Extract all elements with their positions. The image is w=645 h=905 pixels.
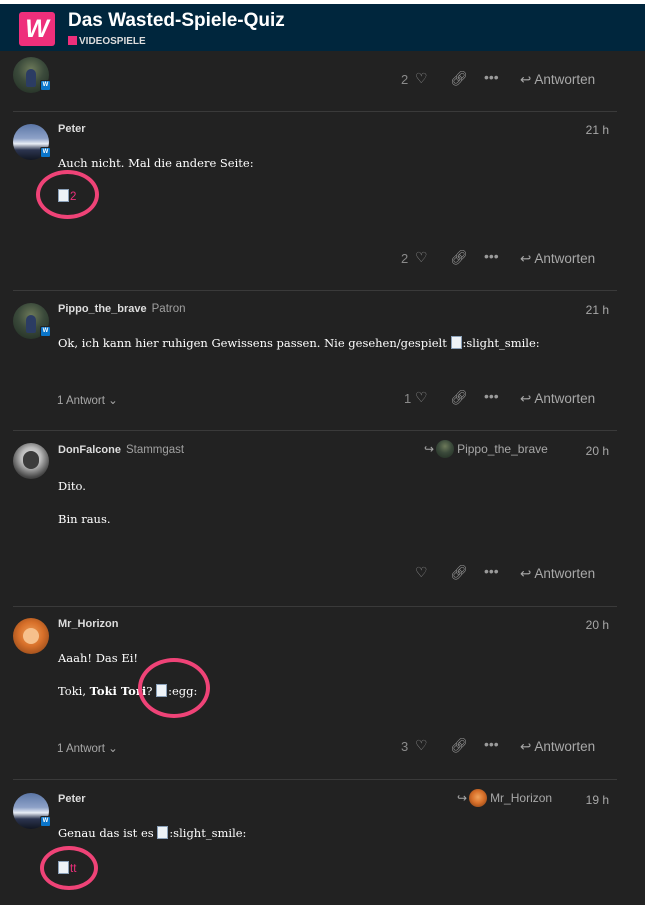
link-icon[interactable]: 🔗︎ bbox=[450, 389, 468, 406]
user-title: Stammgast bbox=[125, 444, 185, 456]
post-actions: 2 ♡ 🔗︎ ••• ↩ Antworten bbox=[0, 248, 645, 272]
broken-image-icon bbox=[157, 826, 169, 839]
topic-title[interactable]: Das Wasted-Spiele-Quiz bbox=[68, 10, 285, 32]
ellipsis-icon[interactable]: ••• bbox=[484, 248, 499, 264]
avatar[interactable] bbox=[13, 618, 49, 654]
post-date[interactable]: 21 h bbox=[586, 123, 609, 137]
post-actions: 2 ♡ 🔗︎ ••• ↩ Antworten bbox=[0, 69, 645, 93]
like-count[interactable]: 3 bbox=[401, 739, 408, 754]
reply-to-avatar bbox=[469, 789, 488, 807]
heart-icon[interactable]: ♡ bbox=[415, 389, 428, 406]
reply-arrow-icon: ↪ bbox=[424, 442, 435, 456]
reply-button[interactable]: ↩ Antworten bbox=[520, 566, 595, 582]
chevron-down-icon: ⌄ bbox=[108, 395, 118, 407]
replies-toggle[interactable]: 1 Antwort ⌄ bbox=[57, 741, 118, 755]
post-date[interactable]: 20 h bbox=[586, 444, 609, 458]
topic-header: W Das Wasted-Spiele-Quiz VIDEOSPIELE bbox=[0, 0, 645, 51]
like-count[interactable]: 2 bbox=[401, 72, 408, 87]
avatar[interactable] bbox=[13, 443, 49, 479]
highlight-circle bbox=[36, 170, 99, 219]
reply-button[interactable]: ↩ Antworten bbox=[520, 739, 595, 755]
reply-arrow-icon: ↪ bbox=[457, 791, 468, 805]
category-badge[interactable]: VIDEOSPIELE bbox=[68, 36, 146, 47]
reply-arrow-icon: ↩ bbox=[520, 72, 532, 87]
username[interactable]: Peter bbox=[58, 793, 86, 805]
like-count[interactable]: 2 bbox=[401, 251, 408, 266]
category-color-swatch bbox=[68, 36, 77, 45]
post-divider bbox=[13, 430, 617, 431]
post-actions: 1 Antwort ⌄ 3 ♡ 🔗︎ ••• ↩ Antworten bbox=[0, 736, 645, 760]
category-label: VIDEOSPIELE bbox=[79, 36, 146, 47]
post-actions: 1 Antwort ⌄ 1 ♡ 🔗︎ ••• ↩ Antworten bbox=[0, 388, 645, 412]
flair-badge: W bbox=[40, 816, 51, 827]
reply-button[interactable]: ↩ Antworten bbox=[520, 391, 595, 407]
reply-to-avatar bbox=[436, 440, 455, 458]
post-divider bbox=[13, 290, 617, 291]
reply-button[interactable]: ↩ Antworten bbox=[520, 251, 595, 267]
like-count[interactable]: 1 bbox=[404, 391, 411, 406]
post-date[interactable]: 19 h bbox=[586, 793, 609, 807]
ellipsis-icon[interactable]: ••• bbox=[484, 736, 499, 752]
user-title: Patron bbox=[151, 303, 186, 315]
reply-to-indicator[interactable]: ↪ Mr_Horizon bbox=[457, 789, 552, 807]
heart-icon[interactable]: ♡ bbox=[415, 70, 428, 87]
post-text-line: Bin raus. bbox=[58, 512, 111, 526]
post-divider bbox=[13, 111, 617, 112]
post-text: Auch nicht. Mal die andere Seite: bbox=[58, 156, 254, 170]
replies-toggle[interactable]: 1 Antwort ⌄ bbox=[57, 393, 118, 407]
username[interactable]: Peter bbox=[58, 123, 86, 135]
heart-icon[interactable]: ♡ bbox=[415, 564, 428, 581]
post-divider bbox=[13, 779, 617, 780]
flair-badge: W bbox=[40, 326, 51, 337]
reply-arrow-icon: ↩ bbox=[520, 251, 532, 266]
ellipsis-icon[interactable]: ••• bbox=[484, 563, 499, 579]
ellipsis-icon[interactable]: ••• bbox=[484, 69, 499, 85]
broken-image-icon bbox=[450, 336, 462, 349]
post-date[interactable]: 21 h bbox=[586, 303, 609, 317]
reply-arrow-icon: ↩ bbox=[520, 739, 532, 754]
link-icon[interactable]: 🔗︎ bbox=[450, 70, 468, 87]
heart-icon[interactable]: ♡ bbox=[415, 737, 428, 754]
flair-badge: W bbox=[40, 147, 51, 158]
post-date[interactable]: 20 h bbox=[586, 618, 609, 632]
reply-arrow-icon: ↩ bbox=[520, 566, 532, 581]
username[interactable]: Pippo_the_brave Patron bbox=[58, 303, 186, 315]
post-text: Ok, ich kann hier ruhigen Gewissens pass… bbox=[58, 336, 540, 350]
post-text-line: Dito. bbox=[58, 479, 86, 493]
heart-icon[interactable]: ♡ bbox=[415, 249, 428, 266]
post-actions: ♡ 🔗︎ ••• ↩ Antworten bbox=[0, 563, 645, 587]
reply-to-indicator[interactable]: ↪ Pippo_the_brave bbox=[424, 440, 548, 458]
link-icon[interactable]: 🔗︎ bbox=[450, 249, 468, 266]
reply-arrow-icon: ↩ bbox=[520, 391, 532, 406]
highlight-circle bbox=[40, 846, 98, 890]
link-icon[interactable]: 🔗︎ bbox=[450, 737, 468, 754]
reply-button[interactable]: ↩ Antworten bbox=[520, 72, 595, 88]
username[interactable]: DonFalcone Stammgast bbox=[58, 444, 184, 456]
site-logo[interactable]: W bbox=[19, 12, 55, 46]
link-icon[interactable]: 🔗︎ bbox=[450, 564, 468, 581]
username[interactable]: Mr_Horizon bbox=[58, 618, 119, 630]
post-divider bbox=[13, 606, 617, 607]
post-text: Genau das ist es :slight_smile: bbox=[58, 826, 247, 840]
ellipsis-icon[interactable]: ••• bbox=[484, 388, 499, 404]
highlight-circle bbox=[138, 658, 210, 718]
post-text-line: Aaah! Das Ei! bbox=[58, 651, 139, 665]
chevron-down-icon: ⌄ bbox=[108, 743, 118, 755]
